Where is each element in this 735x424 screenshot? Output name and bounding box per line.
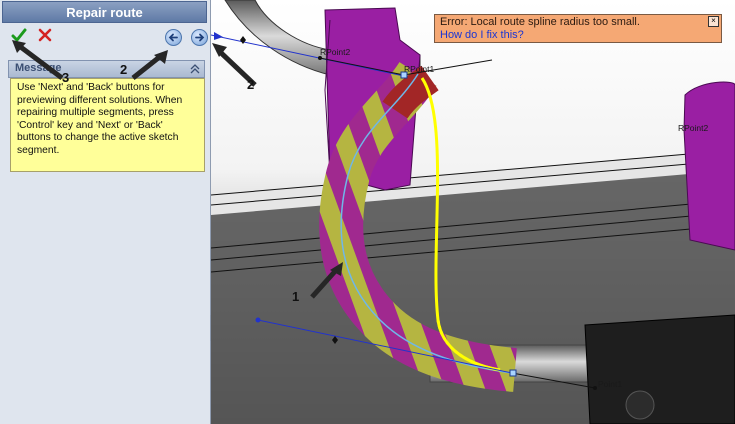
point-label-point1: Point1 [598, 379, 622, 389]
callout-label-2b: 2 [247, 77, 254, 92]
callout-label-3: 3 [62, 70, 70, 85]
sketch-point-end [509, 369, 517, 377]
point-label-rpoint2-right: RPoint2 [678, 123, 709, 133]
point-label-rpoint2-left: RPoint2 [320, 47, 351, 57]
help-link[interactable]: How do I fix this? [440, 29, 716, 42]
callout-arrows [12, 40, 168, 80]
close-icon[interactable]: × [708, 16, 719, 27]
callout-label-2a: 2 [120, 62, 128, 77]
error-tooltip: Error: Local route spline radius too sma… [434, 14, 722, 43]
purple-clip-right [683, 81, 735, 251]
point-label-rpoint1: RPoint1 [404, 64, 435, 74]
error-message: Error: Local route spline radius too sma… [440, 16, 640, 28]
graphics-viewport[interactable]: RPoint2 RPoint1 RPoint2 Point1 2 1 [211, 0, 735, 424]
black-connector [584, 314, 735, 424]
property-manager-panel: Repair route Message Use 'Next' and 'Bac… [0, 0, 211, 424]
callout-label-1: 1 [292, 289, 299, 304]
